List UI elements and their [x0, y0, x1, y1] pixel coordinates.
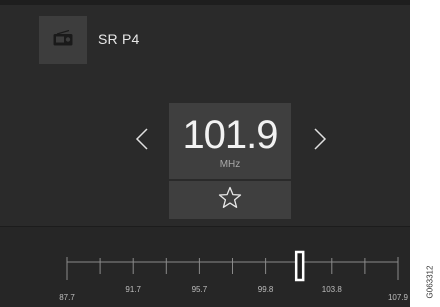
top-strip [0, 0, 410, 5]
chevron-right-icon [313, 127, 327, 156]
tuner-tick-label: 99.8 [257, 285, 274, 294]
image-code: G063312 [425, 265, 435, 299]
next-station-button[interactable] [308, 126, 332, 156]
previous-station-button[interactable] [130, 126, 154, 156]
tuner-tick-label: 95.7 [191, 285, 208, 294]
frequency-value: 101.9 [182, 113, 278, 157]
tuner-needle [294, 250, 305, 282]
tuner-tick-label: 107.9 [387, 293, 409, 302]
favorite-button[interactable] [169, 181, 291, 219]
tuner-tick-label: 87.7 [59, 293, 75, 302]
tuner-tick-label: 91.7 [125, 285, 141, 294]
radio-screen: SR P4 101.9 MHz 87.7 91.7 95.7 99.8 103.8 107… [0, 0, 410, 307]
frequency-unit: MHz [219, 159, 241, 170]
station-name: SR P4 [98, 31, 140, 47]
station-artwork [39, 16, 87, 64]
tuner-bar[interactable]: 87.7 91.7 95.7 99.8 103.8 107.9 [0, 227, 410, 307]
chevron-left-icon [135, 127, 149, 156]
frequency-display: 101.9 MHz [169, 103, 291, 179]
tuner-tick-label: 103.8 [321, 285, 342, 294]
star-outline-icon [218, 186, 242, 214]
radio-icon [53, 29, 73, 51]
